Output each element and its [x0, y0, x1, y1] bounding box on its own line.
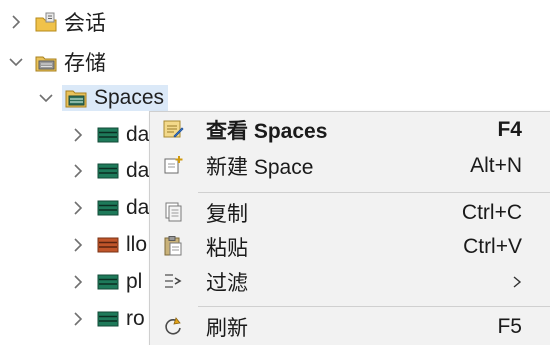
menu-item-filter[interactable]: 过滤 — [150, 265, 550, 299]
paste-icon — [162, 235, 184, 257]
chevron-right-icon[interactable] — [68, 198, 88, 218]
copy-icon — [162, 201, 184, 223]
menu-item-shortcut: F5 — [497, 315, 522, 338]
menu-item-view-spaces[interactable]: 查看 Spaces F4 — [150, 113, 550, 147]
tree-node-storage[interactable]: 存储 — [6, 44, 106, 80]
tree-node-space-item[interactable]: pl — [68, 264, 152, 300]
menu-item-shortcut: Ctrl+V — [463, 235, 522, 258]
chevron-right-icon[interactable] — [68, 125, 88, 145]
folder-settings-icon — [34, 11, 58, 33]
tree-node-label: 会话 — [64, 12, 106, 35]
menu-item-paste[interactable]: 粘贴 Ctrl+V — [150, 230, 550, 264]
menu-item-copy[interactable]: 复制 Ctrl+C — [150, 196, 550, 230]
menu-separator — [198, 192, 550, 193]
chevron-right-icon[interactable] — [68, 161, 88, 181]
space-icon — [96, 197, 120, 219]
tree-node-label: 存储 — [64, 52, 106, 75]
menu-item-shortcut: Alt+N — [470, 154, 522, 177]
app-window: 会话 存储 Spaces da da da llo pl ro 查看 Space… — [0, 0, 550, 345]
menu-item-refresh[interactable]: 刷新 F5 — [150, 310, 550, 344]
tree-node-label: Spaces — [94, 86, 165, 109]
chevron-right-icon[interactable] — [68, 309, 88, 329]
chevron-right-icon[interactable] — [68, 235, 88, 255]
tree-node-space-item[interactable]: ro — [68, 301, 152, 337]
menu-item-label: 粘贴 — [206, 237, 248, 260]
tree-node-space-item[interactable]: llo — [68, 227, 152, 263]
tree-node-space-item[interactable]: da — [68, 190, 152, 226]
menu-separator — [198, 306, 550, 307]
space-icon — [96, 271, 120, 293]
chevron-right-icon[interactable] — [6, 12, 26, 32]
chevron-right-icon — [510, 275, 524, 289]
menu-item-shortcut: F4 — [497, 118, 522, 141]
tree-node-space-item[interactable]: da — [68, 153, 152, 189]
chevron-right-icon[interactable] — [68, 272, 88, 292]
menu-item-label: 刷新 — [206, 317, 248, 340]
menu-item-label: 查看 Spaces — [206, 120, 328, 143]
tree-node-selection[interactable]: Spaces — [62, 85, 169, 111]
chevron-down-icon[interactable] — [36, 88, 56, 108]
space-icon — [96, 160, 120, 182]
refresh-icon — [162, 315, 184, 337]
space-icon — [96, 124, 120, 146]
tree-node-sessions[interactable]: 会话 — [6, 4, 106, 40]
space-icon — [96, 234, 120, 256]
menu-item-label: 复制 — [206, 203, 248, 226]
folder-storage-icon — [34, 51, 58, 73]
filter-icon — [162, 270, 184, 292]
new-space-icon — [162, 154, 184, 176]
menu-item-shortcut: Ctrl+C — [461, 201, 522, 224]
menu-item-label: 新建 Space — [206, 156, 314, 179]
space-icon — [96, 308, 120, 330]
menu-item-new-space[interactable]: 新建 Space Alt+N — [150, 149, 550, 183]
tree-node-space-item[interactable]: da — [68, 117, 152, 153]
view-icon — [162, 118, 184, 140]
context-menu: 查看 Spaces F4 新建 Space Alt+N 复制 Ctrl+C 粘贴… — [149, 111, 550, 345]
menu-item-label: 过滤 — [206, 272, 248, 295]
spaces-icon — [64, 87, 88, 109]
chevron-down-icon[interactable] — [6, 52, 26, 72]
